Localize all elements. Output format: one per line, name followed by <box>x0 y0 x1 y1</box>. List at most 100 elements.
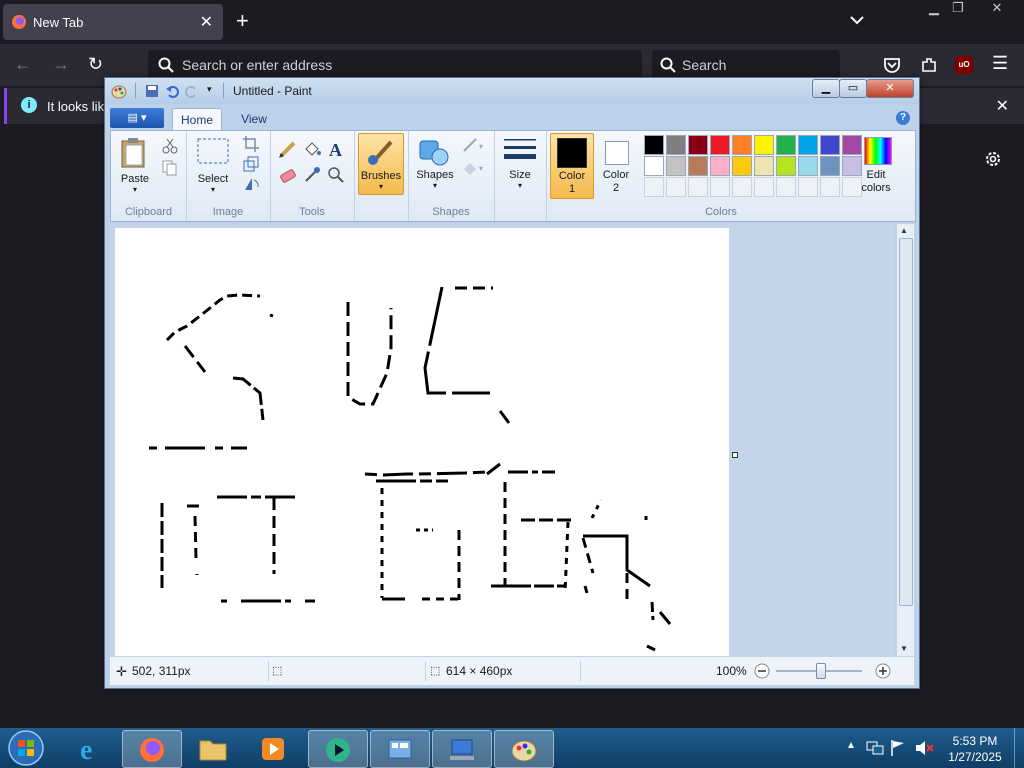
size-button[interactable]: Size ▾ <box>498 133 542 193</box>
palette-color-swatch[interactable] <box>666 135 686 155</box>
resize-icon[interactable] <box>242 155 260 173</box>
palette-color-swatch[interactable] <box>644 135 664 155</box>
search-bar[interactable]: Search <box>652 50 840 80</box>
forward-arrow-icon[interactable]: → <box>52 54 70 75</box>
help-icon[interactable]: ? <box>896 111 910 125</box>
zoom-out-icon[interactable] <box>754 663 770 679</box>
start-button-icon[interactable] <box>6 729 46 767</box>
paint-file-menu-button[interactable]: ▤ ▾ <box>110 108 164 128</box>
palette-custom-color-slot[interactable] <box>798 177 818 197</box>
taskbar-media-player[interactable] <box>244 730 302 766</box>
palette-custom-color-slot[interactable] <box>754 177 774 197</box>
close-window-button[interactable]: ✕ <box>985 0 1009 18</box>
palette-color-swatch[interactable] <box>732 156 752 176</box>
zoom-in-icon[interactable] <box>875 663 891 679</box>
taskbar-internet-explorer[interactable]: e <box>62 730 120 766</box>
undo-icon[interactable] <box>165 84 179 98</box>
back-arrow-icon[interactable]: ← <box>14 54 32 75</box>
scrollbar-thumb[interactable] <box>899 238 913 606</box>
taskbar-app-3[interactable] <box>432 730 492 768</box>
close-notification-icon[interactable]: ✕ <box>996 96 1009 116</box>
ublock-origin-icon[interactable]: uO <box>955 56 973 74</box>
paint-title-bar[interactable]: ▾ Untitled - Paint ▁ ▭ ✕ <box>105 78 919 104</box>
select-button[interactable]: Select ▾ <box>190 135 236 194</box>
palette-color-swatch[interactable] <box>754 135 774 155</box>
palette-color-swatch[interactable] <box>776 135 796 155</box>
menu-icon[interactable]: ☰ <box>992 53 1008 74</box>
palette-custom-color-slot[interactable] <box>644 177 664 197</box>
shapes-button[interactable]: Shapes ▾ <box>412 133 458 193</box>
edit-colors-button[interactable]: Edit colors <box>856 133 896 197</box>
color1-button[interactable]: Color 1 <box>550 133 594 199</box>
url-bar[interactable]: Search or enter address <box>148 50 642 80</box>
palette-color-swatch[interactable] <box>776 156 796 176</box>
palette-color-swatch[interactable] <box>710 156 730 176</box>
text-tool-icon[interactable]: A <box>326 139 346 159</box>
palette-custom-color-slot[interactable] <box>776 177 796 197</box>
palette-color-swatch[interactable] <box>666 156 686 176</box>
color-picker-icon[interactable] <box>302 165 322 185</box>
close-tab-icon[interactable]: ✕ <box>200 12 213 32</box>
taskbar-app-1[interactable] <box>308 730 368 768</box>
redo-icon[interactable] <box>185 84 199 98</box>
network-icon[interactable] <box>866 740 884 756</box>
volume-muted-icon[interactable] <box>914 739 934 757</box>
tab-new-tab[interactable]: New Tab ✕ <box>3 4 223 40</box>
palette-color-swatch[interactable] <box>710 135 730 155</box>
new-tab-button[interactable]: + <box>236 9 256 33</box>
pencil-icon[interactable] <box>278 139 298 159</box>
restore-window-button[interactable]: ❐ <box>946 0 970 18</box>
palette-custom-color-slot[interactable] <box>710 177 730 197</box>
rotate-icon[interactable] <box>242 175 260 193</box>
palette-color-swatch[interactable] <box>820 156 840 176</box>
zoom-slider-thumb[interactable] <box>816 663 826 679</box>
fill-icon[interactable]: ▾ <box>462 159 488 177</box>
copy-icon[interactable] <box>161 159 179 177</box>
taskbar-paint[interactable] <box>494 730 554 768</box>
paint-maximize-button[interactable]: ▭ <box>839 79 867 98</box>
palette-color-swatch[interactable] <box>688 135 708 155</box>
paint-close-button[interactable]: ✕ <box>866 79 914 98</box>
fill-bucket-icon[interactable] <box>302 139 322 159</box>
palette-color-swatch[interactable] <box>798 135 818 155</box>
outline-icon[interactable]: ▾ <box>462 137 488 155</box>
palette-color-swatch[interactable] <box>732 135 752 155</box>
taskbar-explorer[interactable] <box>184 730 242 766</box>
tab-view[interactable]: View <box>232 108 276 130</box>
palette-color-swatch[interactable] <box>754 156 774 176</box>
palette-custom-color-slot[interactable] <box>666 177 686 197</box>
crop-icon[interactable] <box>242 135 260 153</box>
paste-button[interactable]: Paste ▾ <box>113 135 157 194</box>
save-icon[interactable] <box>145 84 159 98</box>
brushes-button[interactable]: Brushes ▾ <box>358 133 404 195</box>
cut-icon[interactable] <box>161 137 179 155</box>
paint-app-icon[interactable] <box>111 83 127 99</box>
pocket-icon[interactable] <box>883 56 901 74</box>
paint-minimize-button[interactable]: ▁ <box>812 79 840 98</box>
drawing-canvas[interactable] <box>115 228 729 656</box>
system-clock[interactable]: 5:53 PM 1/27/2025 <box>940 733 1010 765</box>
reload-icon[interactable]: ↻ <box>88 54 103 75</box>
palette-color-swatch[interactable] <box>820 135 840 155</box>
tab-home[interactable]: Home <box>172 108 222 131</box>
palette-color-swatch[interactable] <box>644 156 664 176</box>
palette-color-swatch[interactable] <box>798 156 818 176</box>
minimize-window-button[interactable]: ▁ <box>922 0 946 18</box>
palette-color-swatch[interactable] <box>688 156 708 176</box>
action-center-flag-icon[interactable] <box>890 739 906 757</box>
palette-custom-color-slot[interactable] <box>820 177 840 197</box>
eraser-icon[interactable] <box>278 165 298 185</box>
vertical-scrollbar[interactable]: ▲ ▼ <box>896 224 914 656</box>
extensions-icon[interactable] <box>920 56 938 74</box>
list-all-tabs-chevron-icon[interactable] <box>850 12 864 28</box>
color2-button[interactable]: Color 2 <box>596 133 636 197</box>
taskbar-app-2[interactable] <box>370 730 430 768</box>
magnifier-icon[interactable] <box>326 165 346 185</box>
scroll-up-icon[interactable]: ▲ <box>900 226 908 235</box>
show-desktop-button[interactable] <box>1014 728 1024 768</box>
canvas-resize-handle[interactable] <box>732 452 738 458</box>
show-hidden-icons[interactable]: ▲ <box>846 740 856 751</box>
scroll-down-icon[interactable]: ▼ <box>900 644 908 653</box>
palette-custom-color-slot[interactable] <box>688 177 708 197</box>
gear-icon[interactable] <box>984 150 1002 168</box>
